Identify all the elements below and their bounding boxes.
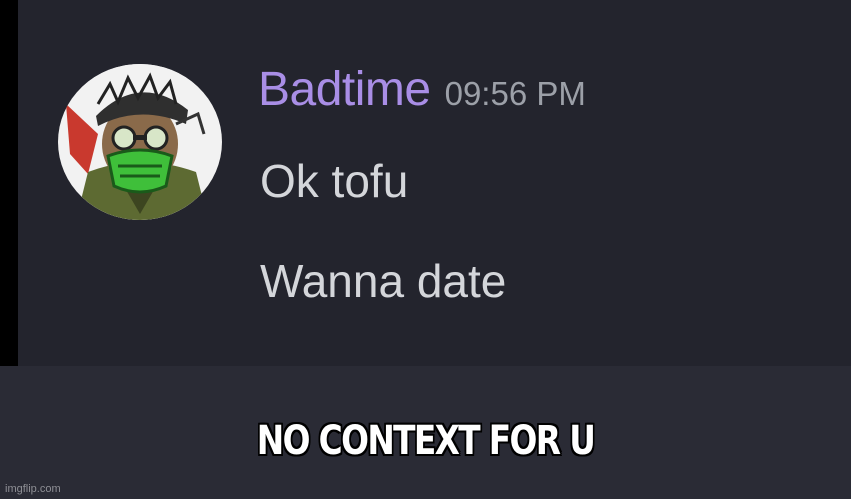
username[interactable]: Badtime (258, 62, 431, 117)
message-header: Badtime 09:56 PM (258, 62, 586, 118)
watermark: imgflip.com (5, 483, 61, 495)
character-avatar-icon (60, 64, 220, 220)
left-divider-bar (0, 0, 18, 366)
meme-caption: NO CONTEXT FOR U (256, 418, 596, 464)
meme-frame: Badtime 09:56 PM Ok tofu Wanna date NO C… (0, 0, 851, 499)
message-timestamp: 09:56 PM (444, 75, 586, 112)
message-line: Ok tofu (260, 155, 409, 207)
user-avatar[interactable] (58, 64, 222, 220)
message-line: Wanna date (260, 255, 507, 307)
